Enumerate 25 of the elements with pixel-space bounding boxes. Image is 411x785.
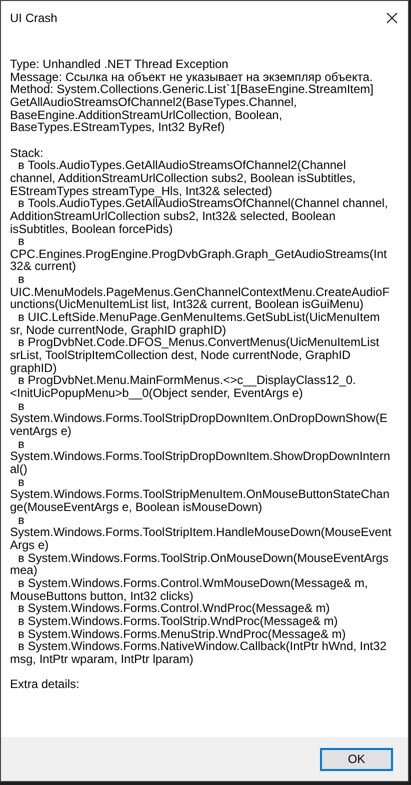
exception-message-text: Message: Ссылка на объект не указывает на экземпляр объекта. bbox=[10, 70, 374, 84]
stack-frame-text: в System.Windows.Forms.ToolStrip.WndProc(Message& m) bbox=[17, 614, 339, 628]
stack-frame-text: в System.Windows.Forms.MenuStrip.WndProc(Message& m) bbox=[17, 628, 346, 640]
stack-frame-text: в Tools.AudioTypes.GetAllAudioStreamsOfChannel2(Channel channel, AdditionStreamUrlCollection subs2, Boolean isSubtitles, EStreamTypes streamType_Hls, Int32& selected) bbox=[10, 159, 356, 198]
stack-frame-text: в System.Windows.Forms.ToolStripDropDownItem.OnDropDownShow(EventArgs e) bbox=[10, 400, 388, 438]
stack-frame-text: в UIC.LeftSide.MenuPage.GenMenuItems.GetSubList(UicMenuItem sr, Node currentNode, GraphID graphID) bbox=[10, 311, 381, 336]
exception-type-text: Type: Unhandled .NET Thread Exception bbox=[10, 58, 230, 71]
ok-button[interactable]: OK bbox=[320, 748, 393, 770]
stack-frame-text: в System.Windows.Forms.ToolStripItem.HandleMouseDown(MouseEventArgs e) bbox=[10, 514, 392, 552]
stack-frame-text: в ProgDvbNet.Code.DFOS_Menus.ConvertMenus(UicMenuItemList srList, ToolStripItemCollection dest, Node currentNode, GraphID graphID) bbox=[10, 336, 380, 374]
stack-frame-text: в UIC.MenuModels.PageMenus.GenChannelContextMenu.CreateAudioFunctions(UicMenuItemList list, Int32& current, Boolean isGuiMenu) bbox=[10, 273, 391, 312]
stack-frame-text: в System.Windows.Forms.ToolStripMenuItem.OnMouseButtonStateChange(MouseEventArgs e, Boolean isMouseDown) bbox=[10, 476, 390, 514]
stack-frame-text: в System.Windows.Forms.ToolStripDropDownItem.ShowDropDownInternal() bbox=[10, 438, 392, 476]
stack-frame-text: в System.Windows.Forms.ToolStrip.OnMouseDown(MouseEventArgs mea) bbox=[10, 552, 390, 577]
close-icon[interactable] bbox=[385, 10, 399, 24]
stack-frame-text: в System.Windows.Forms.NativeWindow.Callback(IntPtr hWnd, Int32 msg, IntPtr wparam, IntPtr lparam) bbox=[10, 640, 388, 666]
extra-details-label: Extra details: bbox=[10, 678, 80, 691]
stack-frame-text: в CPC.Engines.ProgEngine.ProgDvbGraph.Graph_GetAudioStreams(Int32& current) bbox=[10, 235, 388, 274]
stack-label: Stack: bbox=[10, 146, 44, 160]
stack-frame-text: в System.Windows.Forms.Control.WndProc(Message& m) bbox=[17, 602, 331, 615]
exception-method-text: Method: System.Collections.Generic.List`1[BaseEngine.StreamItem] GetAllAudioStreamsOfChannel2(BaseTypes.Channel, BaseEngine.AdditionStreamUrlCollection, Boolean, BaseTypes.EStreamTypes, Int32 ByRef) bbox=[10, 83, 374, 134]
window-title: UI Crash bbox=[10, 10, 58, 26]
stack-frame-text: в Tools.AudioTypes.GetAllAudioStreamsOfChannel(Channel channel, AdditionStreamUrlCollection subs2, Int32& selected, Boolean isSubtitles, Boolean forcePids) bbox=[10, 197, 389, 236]
stack-frame-text: в ProgDvbNet.Menu.MainFormMenus.<>c__DisplayClass12_0.<InitUicPopupMenu>b__0(Object sender, EventArgs e) bbox=[10, 374, 357, 400]
stack-frame-text: в System.Windows.Forms.Control.WmMouseDown(Message& m, MouseButtons button, Int32 clicks) bbox=[10, 576, 369, 602]
